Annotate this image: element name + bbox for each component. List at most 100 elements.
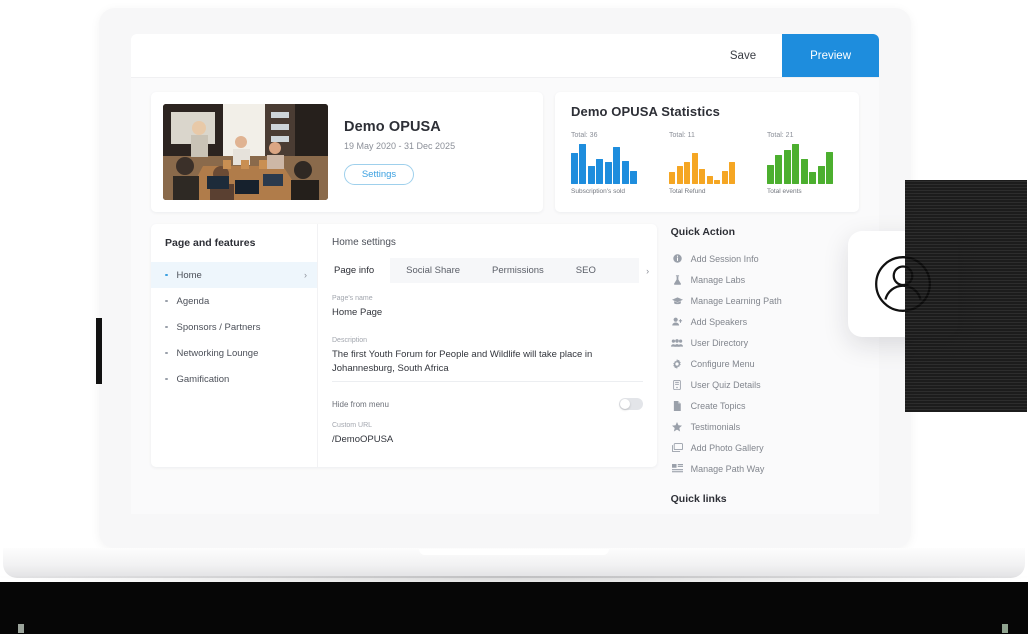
custom-url-label: Custom URL bbox=[332, 422, 373, 430]
stat-label-refund: Total Refund bbox=[669, 188, 706, 195]
chart-bar bbox=[699, 168, 705, 184]
users-group-icon bbox=[671, 338, 684, 347]
chart-bar bbox=[579, 144, 587, 184]
settings-tabbar: Page info Social Share Permissions SEO › bbox=[318, 258, 657, 283]
chart-bar bbox=[714, 180, 720, 184]
settings-button[interactable]: Settings bbox=[344, 164, 414, 185]
sidebar-item-networking-lounge[interactable]: Networking Lounge bbox=[151, 340, 317, 366]
tablet-icon bbox=[671, 379, 684, 390]
laptop-notch bbox=[419, 549, 609, 555]
quick-action-label: Add Session Info bbox=[690, 253, 759, 264]
photo-icon bbox=[671, 443, 684, 452]
bullet-icon bbox=[165, 377, 168, 381]
sparkline-refund bbox=[669, 144, 735, 184]
quick-action-add-speakers[interactable]: Add Speakers bbox=[671, 311, 859, 332]
page-features-nav: Page and features Home › Agenda Sponsors… bbox=[151, 224, 318, 467]
quick-action-user-quiz-details[interactable]: User Quiz Details bbox=[671, 374, 859, 395]
chart-bar bbox=[767, 164, 774, 184]
chart-bar bbox=[596, 159, 604, 184]
chart-bar bbox=[587, 166, 595, 184]
description-input[interactable]: The first Youth Forum for People and Wil… bbox=[332, 348, 643, 383]
preview-button[interactable]: Preview bbox=[782, 34, 879, 77]
stat-block-refund: Total: 11 Total Refund bbox=[669, 132, 735, 195]
sparkline-subscriptions bbox=[571, 144, 637, 184]
star-icon bbox=[671, 421, 684, 432]
sparkline-events bbox=[767, 144, 833, 184]
custom-url-input[interactable]: /DemoOPUSA bbox=[332, 433, 643, 453]
stat-total-events: Total: 21 bbox=[767, 132, 794, 139]
bullet-icon bbox=[165, 273, 168, 277]
event-meta: Demo OPUSA 19 May 2020 - 31 Dec 2025 Set… bbox=[328, 119, 455, 185]
quick-action-user-directory[interactable]: User Directory bbox=[671, 332, 859, 353]
quick-action-label: Add Speakers bbox=[690, 316, 748, 327]
tab-seo[interactable]: SEO bbox=[560, 258, 612, 283]
tab-social-share[interactable]: Social Share bbox=[390, 258, 476, 283]
chart-bar bbox=[604, 162, 612, 184]
field-page-name: Page's name Home Page bbox=[332, 295, 643, 326]
stat-label-subscriptions: Subscription's sold bbox=[571, 188, 625, 195]
app-topbar: Save Preview bbox=[131, 34, 879, 78]
sidebar-item-label: Home bbox=[176, 269, 202, 281]
chart-bar bbox=[729, 162, 735, 184]
quick-action-add-photo-gallery[interactable]: Add Photo Gallery bbox=[671, 437, 859, 458]
statistics-card: Demo OPUSA Statistics Total: 36 Subscrip… bbox=[555, 92, 859, 212]
sidebar-item-label: Sponsors / Partners bbox=[176, 321, 261, 333]
quick-action-manage-learning-path[interactable]: Manage Learning Path bbox=[671, 290, 859, 311]
gear-icon bbox=[671, 358, 684, 369]
render-artifact-edge-left bbox=[96, 318, 102, 384]
quick-action-label: Manage Labs bbox=[690, 274, 746, 285]
chart-bar bbox=[621, 160, 629, 184]
chart-bar bbox=[817, 166, 825, 184]
tab-permissions[interactable]: Permissions bbox=[476, 258, 560, 283]
sidebar-item-gamification[interactable]: Gamification bbox=[151, 366, 317, 392]
quick-action-manage-labs[interactable]: Manage Labs bbox=[671, 269, 859, 290]
quick-links-heading: Quick links bbox=[670, 493, 727, 505]
quick-action-configure-menu[interactable]: Configure Menu bbox=[671, 353, 859, 374]
chart-bar bbox=[826, 152, 833, 184]
quick-action-label: Configure Menu bbox=[690, 358, 755, 369]
stat-block-subscriptions: Total: 36 Subscription's sold bbox=[571, 132, 637, 195]
statistics-row: Total: 36 Subscription's sold Total: 11 … bbox=[571, 132, 843, 195]
person-plus-icon bbox=[671, 317, 684, 326]
chart-bar bbox=[630, 171, 637, 184]
top-row: Demo OPUSA 19 May 2020 - 31 Dec 2025 Set… bbox=[151, 92, 859, 212]
quick-action-create-topics[interactable]: Create Topics bbox=[671, 395, 859, 416]
sidebar-item-label: Networking Lounge bbox=[176, 347, 259, 359]
quick-action-add-session-info[interactable]: Add Session Info bbox=[671, 248, 859, 269]
render-artifact-bottom bbox=[0, 582, 1028, 634]
quick-action-label: User Directory bbox=[690, 337, 749, 348]
main-row: Page and features Home › Agenda Sponsors… bbox=[151, 224, 859, 505]
chart-bar bbox=[691, 152, 698, 184]
stat-label-events: Total events bbox=[767, 188, 802, 195]
event-title: Demo OPUSA bbox=[344, 119, 441, 135]
bullet-icon bbox=[165, 299, 168, 303]
quick-action-label: Manage Learning Path bbox=[690, 295, 782, 306]
grid-list-icon bbox=[671, 464, 684, 473]
chevron-right-icon: › bbox=[304, 270, 307, 280]
render-artifact-tick-left bbox=[18, 624, 24, 633]
quick-action-testimonials[interactable]: Testimonials bbox=[671, 416, 859, 437]
chart-bar bbox=[676, 165, 683, 184]
sidebar-item-home[interactable]: Home › bbox=[151, 262, 317, 288]
save-button[interactable]: Save bbox=[703, 34, 783, 77]
tab-page-info[interactable]: Page info bbox=[318, 258, 391, 283]
sidebar-item-agenda[interactable]: Agenda bbox=[151, 288, 317, 314]
page-name-input[interactable]: Home Page bbox=[332, 306, 643, 326]
hide-from-menu-label: Hide from menu bbox=[332, 399, 389, 409]
hide-from-menu-toggle[interactable] bbox=[618, 398, 643, 411]
sidebar-item-sponsors-partners[interactable]: Sponsors / Partners bbox=[151, 314, 317, 340]
page-features-heading: Page and features bbox=[165, 237, 256, 249]
sidebar-item-label: Gamification bbox=[176, 373, 230, 385]
chart-bar bbox=[669, 172, 675, 184]
settings-content: Home settings Page info Social Share Per… bbox=[318, 224, 657, 467]
quick-action-heading: Quick Action bbox=[670, 226, 735, 238]
chart-bar bbox=[783, 150, 791, 184]
tabs-next-icon[interactable]: › bbox=[638, 258, 657, 283]
graduation-cap-icon bbox=[671, 296, 684, 305]
chart-bar bbox=[809, 172, 817, 184]
page-settings-panel: Page and features Home › Agenda Sponsors… bbox=[151, 224, 657, 467]
quick-action-panel: Quick Action Add Session Info Manage Lab… bbox=[671, 224, 859, 505]
quick-action-label: Manage Path Way bbox=[690, 463, 765, 474]
quick-action-label: Create Topics bbox=[690, 400, 746, 411]
quick-action-manage-path-way[interactable]: Manage Path Way bbox=[671, 458, 859, 479]
